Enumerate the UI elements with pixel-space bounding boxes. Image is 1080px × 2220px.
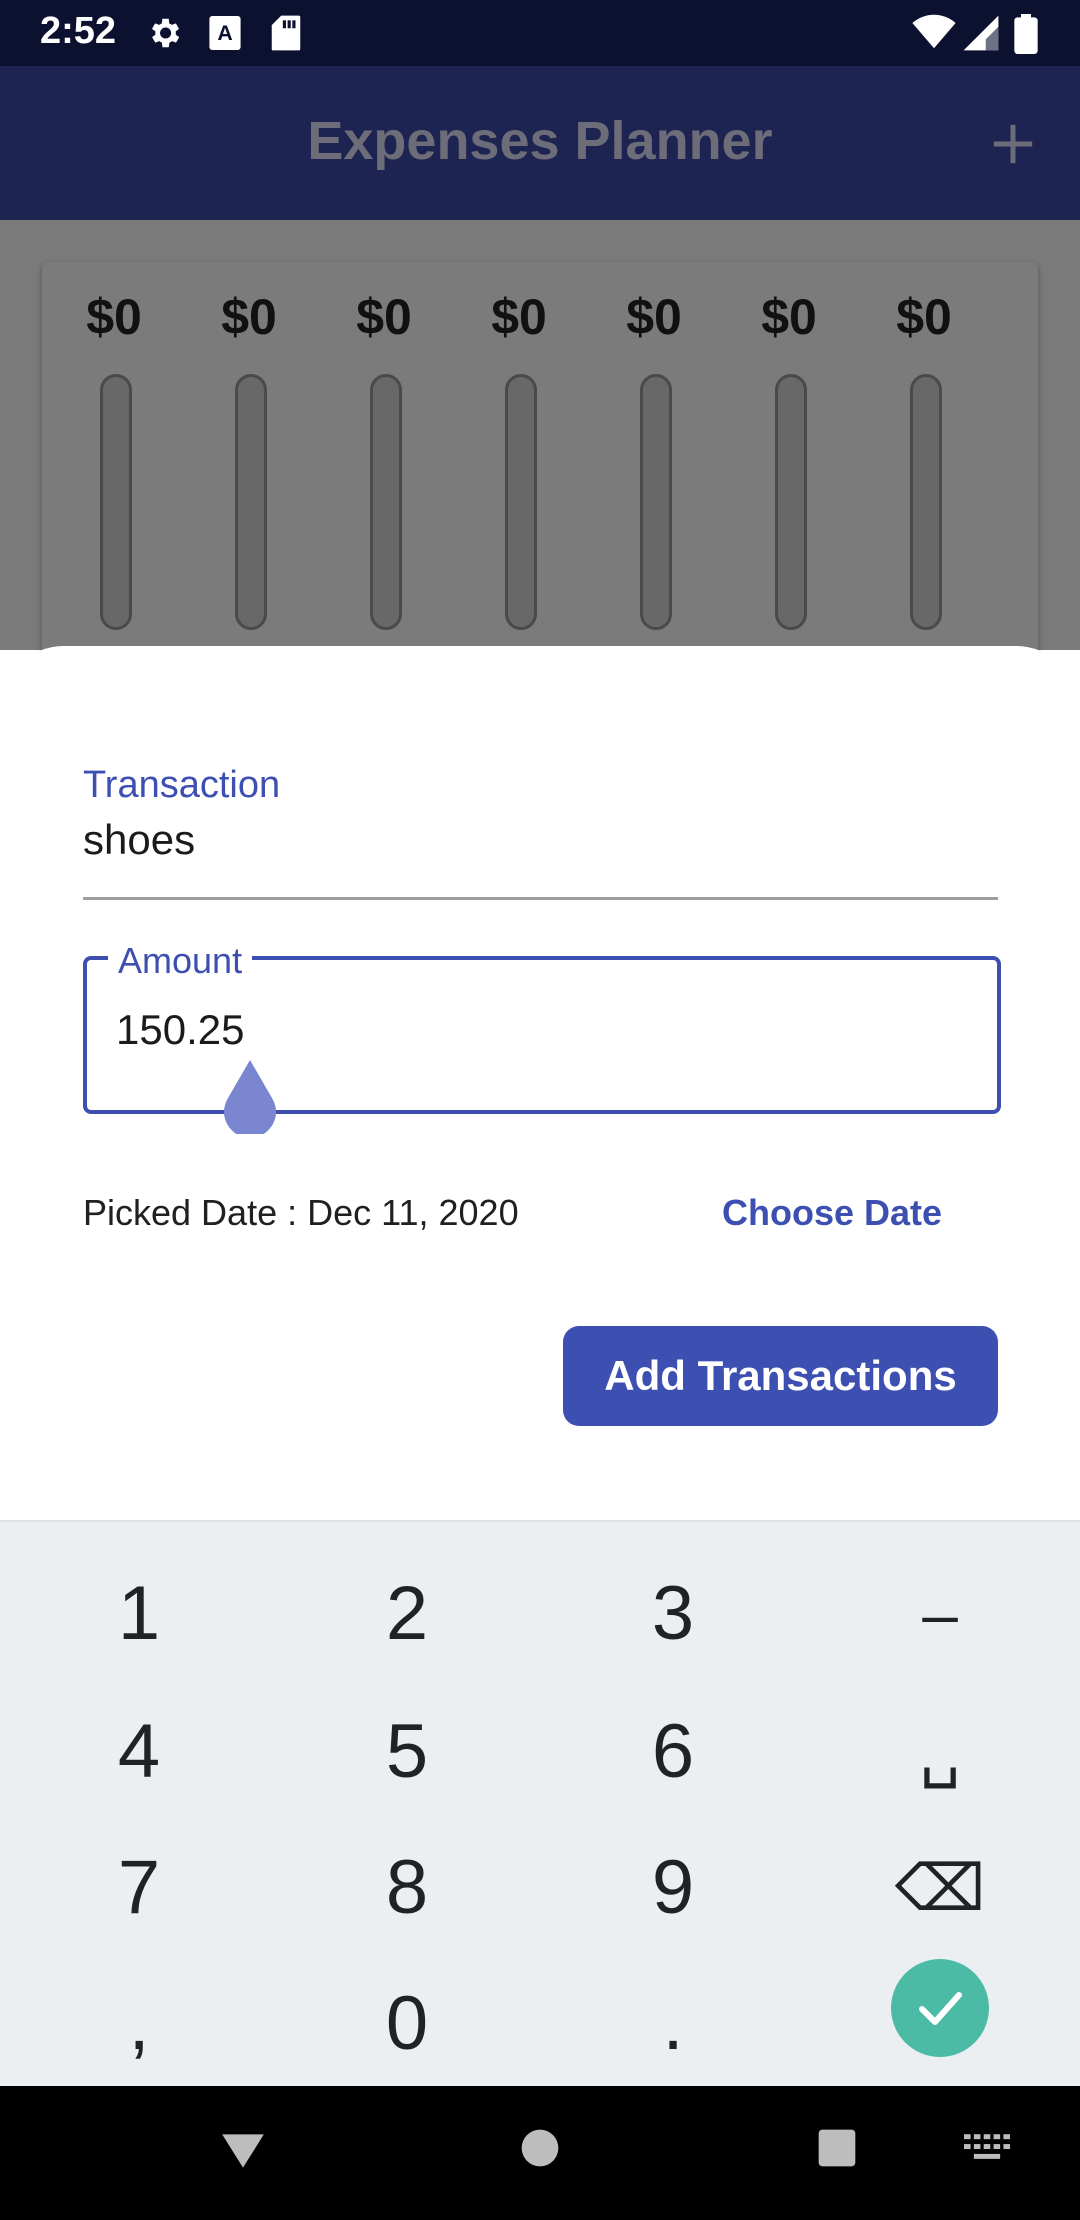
add-transactions-button[interactable]: Add Transactions xyxy=(563,1326,998,1426)
chart-amount: $0 xyxy=(86,289,142,345)
weekly-chart: $0 $0 $0 $0 $0 $0 $0 xyxy=(42,262,1038,682)
key-8[interactable]: 8 xyxy=(272,1820,542,1956)
chart-bar xyxy=(910,374,942,630)
wifi-icon xyxy=(912,14,956,49)
picked-date: Picked Date : Dec 11, 2020 xyxy=(83,1192,519,1233)
gear-icon xyxy=(151,18,180,48)
chart-amount: $0 xyxy=(221,289,277,345)
chart-column: $0 xyxy=(594,262,714,682)
key-2[interactable]: 2 xyxy=(272,1546,542,1682)
plus-icon[interactable] xyxy=(990,121,1036,167)
back-icon[interactable] xyxy=(218,2126,268,2176)
chart-amount: $0 xyxy=(626,289,682,345)
chart-bar xyxy=(235,374,267,630)
battery-icon xyxy=(1014,14,1038,54)
status-bar: 2:52 A xyxy=(0,0,1080,66)
new-transaction-sheet: Transaction shoes Amount 150.25 Picked D… xyxy=(0,646,1080,1526)
keyboard-icon[interactable] xyxy=(964,2134,1010,2164)
chart-column: $0 xyxy=(459,262,579,682)
done-key[interactable] xyxy=(891,1959,989,2057)
key-7[interactable]: 7 xyxy=(4,1820,274,1956)
key-5[interactable]: 5 xyxy=(272,1684,542,1820)
screen: 2:52 A Expenses Planner $0 $0 $0 $0 $0 $… xyxy=(0,0,1080,2220)
recents-icon[interactable] xyxy=(815,2126,859,2170)
key-9[interactable]: 9 xyxy=(538,1820,808,1956)
key-minus[interactable]: – xyxy=(805,1546,1075,1682)
app-bar: Expenses Planner xyxy=(0,66,1080,220)
home-icon[interactable] xyxy=(518,2126,562,2170)
chart-amount: $0 xyxy=(356,289,412,345)
chart-amount: $0 xyxy=(491,289,547,345)
text-cursor-handle-icon[interactable] xyxy=(220,1058,280,1134)
chart-bar xyxy=(640,374,672,630)
app-title: Expenses Planner xyxy=(307,111,773,171)
key-3[interactable]: 3 xyxy=(538,1546,808,1682)
amount-label: Amount xyxy=(108,940,253,982)
transaction-input[interactable]: shoes xyxy=(83,816,195,864)
sd-card-icon xyxy=(271,15,301,51)
chart-amount: $0 xyxy=(896,289,952,345)
navigation-bar xyxy=(0,2086,1080,2220)
chart-bar xyxy=(775,374,807,630)
space-key-icon[interactable]: ␣ xyxy=(805,1684,1075,1820)
numeric-keyboard: 1 2 3 – 4 5 6 ␣ 7 8 9 ⌫ , 0 . xyxy=(0,1520,1080,2088)
chart-bar xyxy=(100,374,132,630)
signal-icon xyxy=(963,15,999,51)
chart-column: $0 xyxy=(729,262,849,682)
chart-amount: $0 xyxy=(761,289,817,345)
key-period[interactable]: . xyxy=(538,1956,808,2092)
chart-bar xyxy=(370,374,402,630)
key-1[interactable]: 1 xyxy=(4,1546,274,1682)
status-time: 2:52 xyxy=(40,10,117,52)
chart-column: $0 xyxy=(864,262,984,682)
transaction-label: Transaction xyxy=(83,764,281,806)
choose-date-button[interactable]: Choose Date xyxy=(722,1192,942,1234)
amount-value[interactable]: 150.25 xyxy=(116,1006,244,1054)
chart-bar xyxy=(505,374,537,630)
key-comma[interactable]: , xyxy=(4,1956,274,2092)
transaction-underline xyxy=(83,897,998,900)
key-6[interactable]: 6 xyxy=(538,1684,808,1820)
chart-column: $0 xyxy=(54,262,174,682)
key-4[interactable]: 4 xyxy=(4,1684,274,1820)
chart-column: $0 xyxy=(324,262,444,682)
check-icon xyxy=(919,1992,962,2025)
svg-text:A: A xyxy=(217,21,232,45)
a-icon: A xyxy=(209,16,241,50)
key-0[interactable]: 0 xyxy=(272,1956,542,2092)
chart-column: $0 xyxy=(189,262,309,682)
backspace-key-icon[interactable]: ⌫ xyxy=(805,1820,1075,1956)
